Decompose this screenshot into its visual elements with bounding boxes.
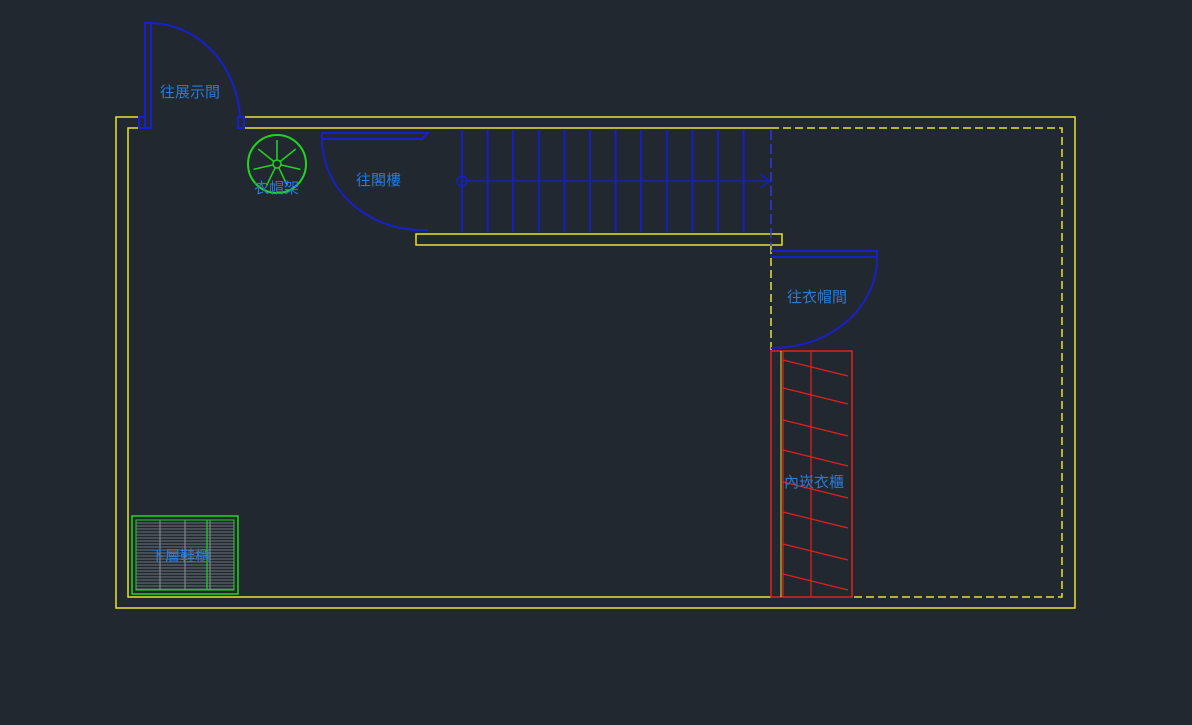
door-leaf xyxy=(144,22,152,129)
cloakroom-door-leaf xyxy=(771,250,878,258)
inner-wall-left xyxy=(127,127,771,598)
stair-handrail xyxy=(415,233,783,246)
label-shoe-cabinet: 下層鞋櫃 xyxy=(150,547,210,565)
label-inner-wardrobe: 內崁衣櫃 xyxy=(784,473,844,491)
floor-plan-canvas: 往展示間 往閣樓 衣帽架 往衣帽間 內崁衣櫃 下層鞋櫃 xyxy=(0,0,1192,725)
door-to-showroom xyxy=(138,22,245,129)
hat-rack-spoke xyxy=(253,164,274,171)
door-jamb-right xyxy=(237,116,245,129)
label-to-showroom: 往展示間 xyxy=(160,83,220,101)
room-labels: 往展示間 往閣樓 衣帽架 往衣帽間 內崁衣櫃 下層鞋櫃 xyxy=(150,83,847,565)
dashed-closet-outline xyxy=(771,127,1063,598)
wardrobe-hanger-line xyxy=(782,419,849,437)
hat-rack-spoke xyxy=(257,148,275,163)
hat-rack-hub xyxy=(272,159,282,169)
hat-rack-spoke xyxy=(280,164,301,171)
label-to-cloakroom: 往衣帽間 xyxy=(787,288,847,306)
loft-door-leaf xyxy=(321,132,431,140)
staircase xyxy=(456,130,772,246)
floor-plan: 往展示間 往閣樓 衣帽架 往衣帽間 內崁衣櫃 下層鞋櫃 xyxy=(115,22,1076,609)
wardrobe-hanger-line xyxy=(782,449,849,467)
wardrobe-hanger-line xyxy=(782,511,849,529)
hat-rack-spoke xyxy=(279,148,297,163)
wardrobe-hanger-line xyxy=(782,543,849,561)
wardrobe-hanger-line xyxy=(782,359,849,377)
label-to-loft: 往閣樓 xyxy=(356,171,401,189)
label-hat-rack: 衣帽架 xyxy=(254,179,299,197)
wardrobe-hanger-line xyxy=(782,573,849,591)
door-swing-arc xyxy=(150,22,241,118)
wardrobe-hanger-line xyxy=(782,387,849,405)
